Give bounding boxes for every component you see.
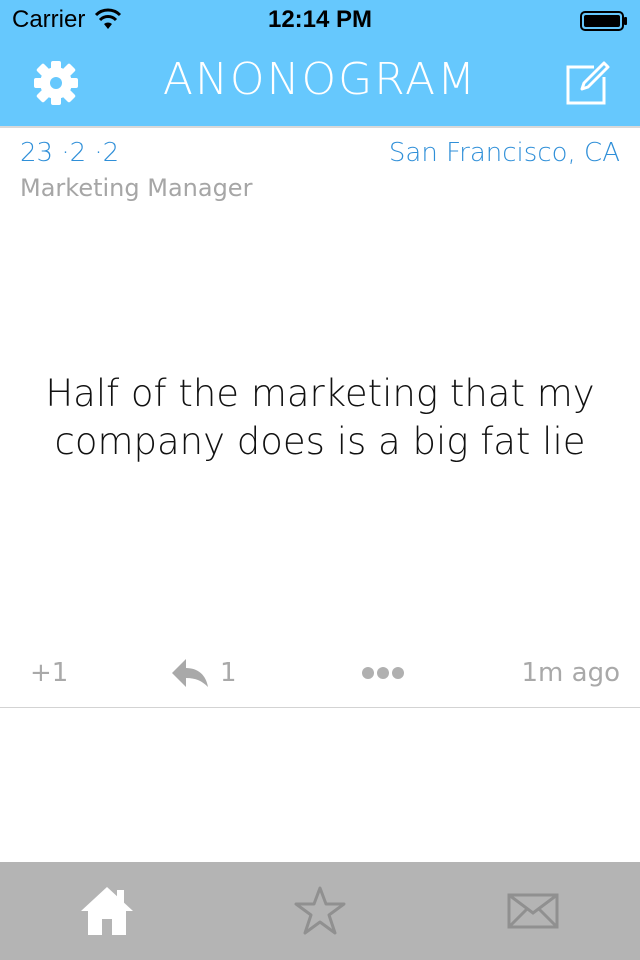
- post-card[interactable]: 23 ·2 ·2 San Francisco, CA Marketing Man…: [0, 130, 640, 708]
- battery-icon: [580, 11, 627, 31]
- post-location: San Francisco, CA: [388, 138, 620, 168]
- top-bar: Carrier 12:14 PM ANONOGRAM: [0, 0, 640, 128]
- navigation-bar: ANONOGRAM: [0, 40, 640, 126]
- screen: Carrier 12:14 PM ANONOGRAM 23 ·2 ·2 San …: [0, 0, 640, 960]
- post-stats: 23 ·2 ·2: [20, 138, 120, 168]
- home-icon: [80, 887, 133, 935]
- more-dots-icon: [362, 667, 404, 679]
- compose-button[interactable]: [560, 55, 616, 111]
- compose-icon: [566, 61, 610, 105]
- more-options-button[interactable]: [360, 648, 406, 698]
- upvote-button[interactable]: +1: [30, 648, 68, 698]
- post-job-title: Marketing Manager: [20, 174, 253, 202]
- reply-count: 1: [220, 658, 237, 688]
- post-age: 1m ago: [521, 658, 620, 688]
- mail-icon: [507, 893, 558, 929]
- tab-messages[interactable]: [426, 862, 639, 960]
- post-actions: +1 1 1m ago: [0, 648, 640, 698]
- status-bar: Carrier 12:14 PM: [0, 0, 640, 40]
- app-title: ANONOGRAM: [162, 54, 478, 105]
- tab-home[interactable]: [0, 862, 213, 960]
- reply-button[interactable]: 1: [170, 648, 237, 698]
- star-icon: [294, 886, 345, 935]
- tab-bar: [0, 862, 640, 960]
- reply-icon: [172, 659, 208, 687]
- clock: 12:14 PM: [267, 6, 373, 33]
- upvote-label: +1: [30, 658, 69, 688]
- post-message: Half of the marketing that my company do…: [45, 372, 595, 463]
- tab-favorites[interactable]: [213, 862, 426, 960]
